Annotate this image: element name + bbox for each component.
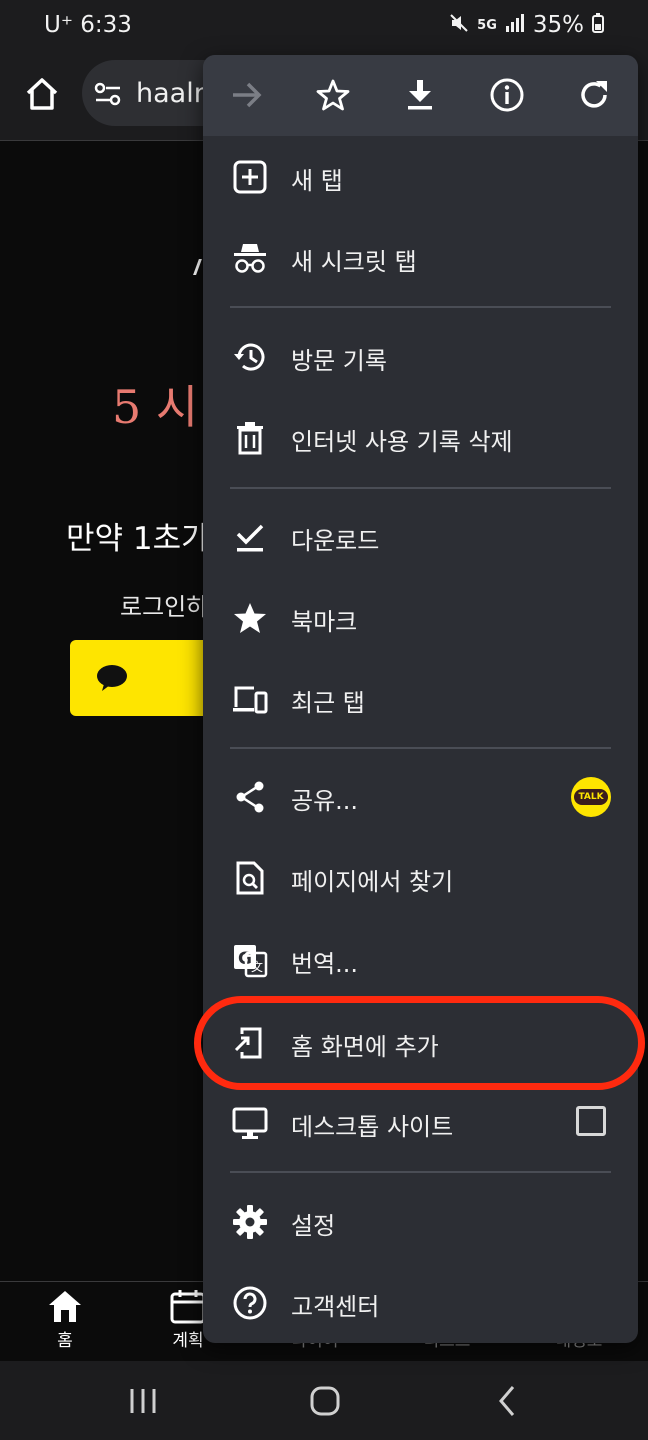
menu-action-row [203,55,638,136]
forward-icon[interactable] [229,77,265,113]
help-icon [232,1285,268,1321]
menu-item-translate[interactable]: G文 번역... [203,924,638,996]
menu-item-label: 페이지에서 찾기 [291,868,454,896]
reload-icon[interactable] [576,77,612,113]
site-settings-icon[interactable] [94,82,122,106]
home-nav-icon[interactable] [304,1383,344,1419]
menu-item-label: 인터넷 사용 기록 삭제 [291,428,513,456]
menu-item-help[interactable]: 고객센터 [203,1267,638,1339]
recent-apps-icon[interactable] [124,1383,164,1419]
tab-label: 홈 [57,1331,73,1351]
trash-icon [232,420,268,456]
menu-item-share[interactable]: 공유... TALK [203,761,638,833]
menu-item-label: 설정 [291,1212,336,1240]
download-done-icon [232,519,268,555]
menu-divider [230,487,611,489]
tab-home[interactable]: 홈 [10,1288,120,1351]
menu-item-settings[interactable]: 설정 [203,1186,638,1258]
highlight-ring [194,996,645,1090]
menu-item-label: 고객센터 [291,1293,380,1321]
share-icon [232,779,268,815]
history-icon [232,339,268,375]
status-bar: U⁺ 6:33 5G 35% [0,0,648,54]
menu-item-label: 최근 탭 [291,689,365,717]
speech-bubble-icon [96,664,128,692]
page-text: 만약 1초가 [66,521,210,557]
menu-item-find-in-page[interactable]: 페이지에서 찾기 [203,842,638,914]
calendar-icon [170,1290,206,1324]
back-icon[interactable] [488,1383,528,1419]
add-box-icon [232,159,268,195]
svg-text:文: 文 [251,959,263,974]
incognito-icon [232,240,268,276]
find-in-page-icon [232,860,268,896]
menu-item-history[interactable]: 방문 기록 [203,321,638,393]
download-icon[interactable] [402,77,438,113]
menu-item-label: 새 시크릿 탭 [291,248,417,276]
battery-icon [592,12,604,38]
status-carrier-time: U⁺ 6:33 [44,12,132,38]
page-headline: 5 시 [112,380,199,434]
home-icon [49,1291,81,1322]
menu-item-bookmarks[interactable]: 북마크 [203,582,638,654]
kakaotalk-share-icon[interactable]: TALK [571,777,611,817]
info-icon[interactable] [489,77,525,113]
home-icon[interactable] [22,74,62,114]
network-badge: 5G [477,17,497,33]
menu-divider [230,306,611,308]
desktop-icon [232,1105,268,1141]
menu-item-desktop-site[interactable]: 데스크톱 사이트 [203,1087,638,1159]
menu-item-new-tab[interactable]: 새 탭 [203,141,638,213]
menu-divider [230,747,611,749]
menu-item-label: 데스크톱 사이트 [291,1113,454,1141]
menu-item-clear-browsing-data[interactable]: 인터넷 사용 기록 삭제 [203,402,638,474]
menu-item-downloads[interactable]: 다운로드 [203,501,638,573]
menu-item-recent-tabs[interactable]: 최근 탭 [203,663,638,735]
browser-overflow-menu: 새 탭 새 시크릿 탭 방문 기록 인터넷 사용 기록 삭제 다운로드 북마크 [203,55,638,1343]
bookmark-star-icon[interactable] [315,77,351,113]
menu-item-label: 번역... [291,950,359,978]
system-nav-bar [0,1361,648,1440]
menu-item-label: 다운로드 [291,527,380,555]
login-text: 로그인하 [120,593,209,621]
gear-icon [232,1204,268,1240]
mute-icon [449,13,469,38]
menu-item-label: 방문 기록 [291,347,387,375]
translate-icon: G文 [232,942,268,978]
menu-item-label: 새 탭 [291,167,343,195]
menu-item-incognito-tab[interactable]: 새 시크릿 탭 [203,222,638,294]
battery-percent: 35% [532,12,584,38]
menu-item-label: 북마크 [291,608,358,636]
star-icon [232,600,268,636]
menu-item-label: 공유... [291,787,359,815]
signal-icon [505,13,525,37]
url-text: haaln [136,78,211,109]
kakaotalk-badge-text: TALK [574,789,608,805]
devices-icon [232,681,268,717]
status-right: 5G 35% [449,12,604,38]
menu-divider [230,1171,611,1173]
desktop-site-checkbox[interactable] [576,1106,606,1136]
